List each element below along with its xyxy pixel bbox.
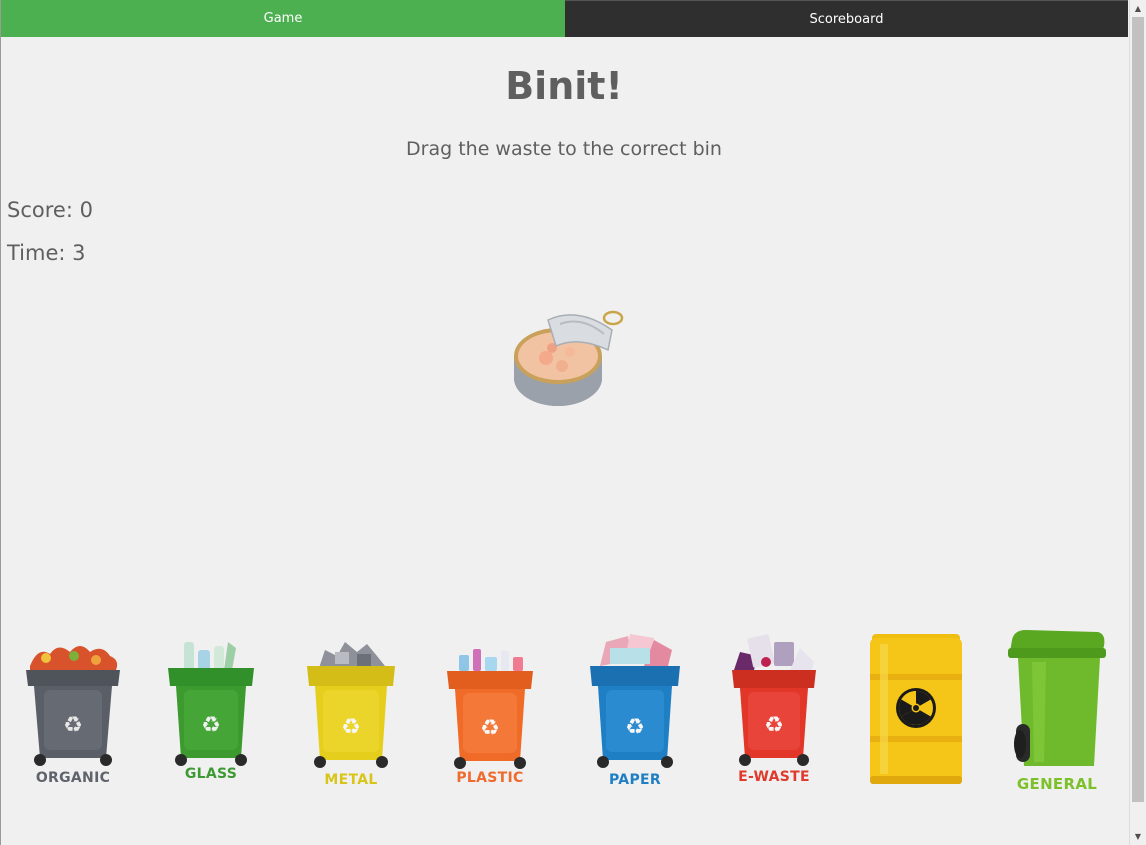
svg-text:♻: ♻: [63, 713, 83, 738]
ewaste-bin-icon: ♻: [732, 634, 816, 766]
radiation-icon: [896, 688, 936, 728]
organic-bin-icon: ♻: [26, 646, 120, 766]
scroll-up-arrow-icon[interactable]: ▲: [1130, 0, 1146, 17]
instructions: Drag the waste to the correct bin: [406, 138, 722, 160]
svg-text:♻: ♻: [625, 715, 645, 740]
vertical-scrollbar[interactable]: ▲ ▼: [1129, 0, 1146, 845]
svg-text:♻: ♻: [764, 713, 784, 738]
paper-bin-icon: ♻: [590, 634, 680, 768]
bin-metal[interactable]: ♻ METAL: [305, 638, 397, 792]
bin-plastic[interactable]: ♻ PLASTIC: [445, 645, 535, 790]
bin-label-ewaste: E-WASTE: [738, 769, 810, 785]
bin-ewaste[interactable]: ♻ E-WASTE: [730, 632, 818, 790]
page-title: Binit!: [505, 64, 623, 108]
score-display: Score: 0: [7, 198, 93, 222]
tin-can-icon: [514, 310, 624, 406]
bin-hazardous[interactable]: [866, 630, 966, 790]
bin-paper[interactable]: ♻ PAPER: [588, 630, 682, 792]
plastic-bin-icon: ♻: [447, 649, 533, 769]
bin-glass[interactable]: ♻ GLASS: [166, 638, 256, 788]
bin-organic[interactable]: ♻ ORGANIC: [24, 640, 122, 790]
svg-text:♻: ♻: [201, 713, 221, 738]
barrel-icon: [870, 634, 962, 784]
tab-scoreboard[interactable]: Scoreboard: [565, 0, 1128, 37]
bin-label-paper: PAPER: [609, 772, 661, 788]
window-frame: [0, 0, 1, 845]
time-value: 3: [72, 241, 86, 265]
scroll-down-arrow-icon[interactable]: ▼: [1130, 828, 1146, 845]
scroll-thumb[interactable]: [1132, 17, 1144, 802]
svg-text:♻: ♻: [480, 716, 500, 741]
bin-general[interactable]: GENERAL: [1006, 628, 1108, 794]
score-value: 0: [79, 198, 93, 222]
bin-label-metal: METAL: [324, 772, 378, 788]
bin-label-plastic: PLASTIC: [456, 770, 524, 786]
score-label: Score:: [7, 198, 73, 222]
glass-bin-icon: ♻: [168, 642, 254, 766]
bin-label-general: GENERAL: [1016, 775, 1098, 793]
svg-text:♻: ♻: [341, 715, 361, 740]
bin-label-glass: GLASS: [184, 766, 238, 782]
nav-tabs: Game Scoreboard: [1, 0, 1128, 37]
time-display: Time: 3: [7, 241, 86, 265]
general-bin-icon: [1008, 630, 1106, 766]
time-label: Time:: [7, 241, 66, 265]
metal-bin-icon: ♻: [307, 642, 395, 768]
waste-item-tin-can[interactable]: [508, 300, 628, 412]
bin-label-organic: ORGANIC: [35, 770, 111, 786]
tab-game[interactable]: Game: [1, 0, 565, 37]
